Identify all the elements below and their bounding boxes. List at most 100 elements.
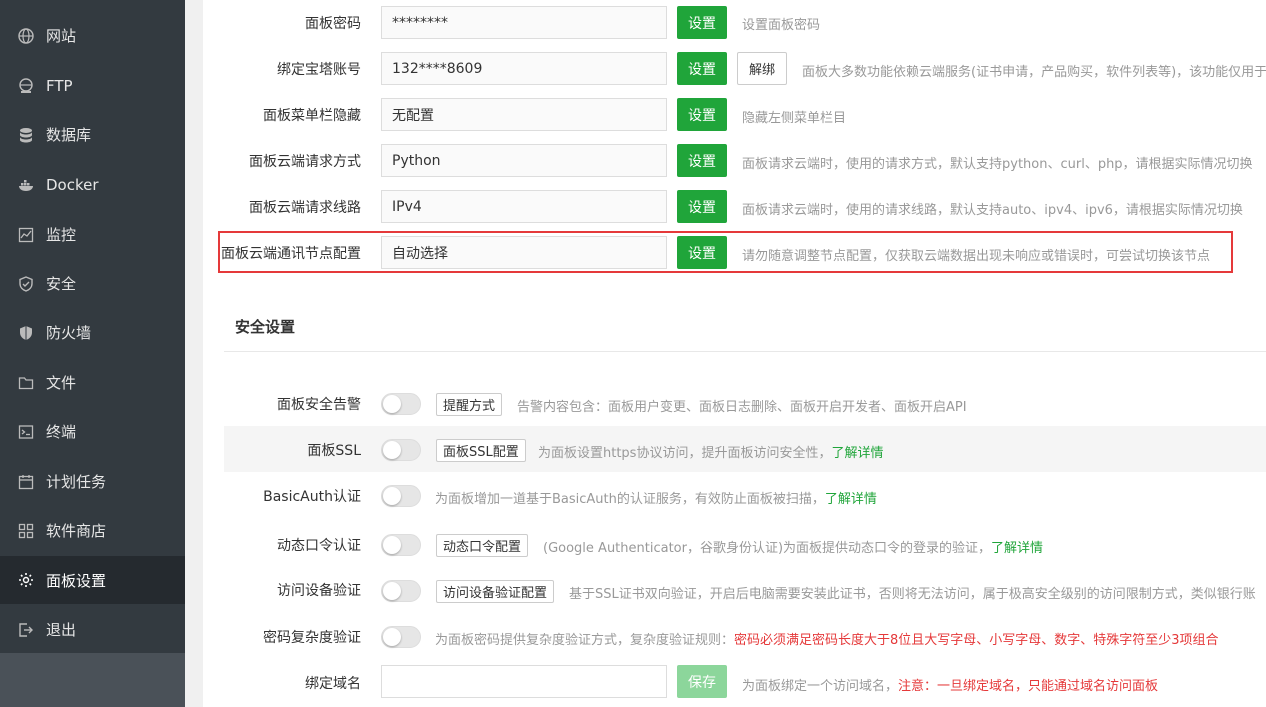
row-label: 面板菜单栏隐藏 [263,108,361,124]
sidebar-item-label: 面板设置 [46,571,107,590]
row-label: 动态口令认证 [277,538,361,554]
sidebar-item-label: 监控 [46,226,77,245]
sidebar-item-label: 退出 [46,621,77,640]
rule-text: 密码必须满足密码长度大于8位且大写字母、小写字母、数字、特殊字符至少3项组合 [734,633,1219,648]
row-desc: 为面板绑定一个访问域名，注意：一旦绑定域名，只能通过域名访问面板 [742,679,1159,694]
set-request-line-button[interactable]: 设置 [677,190,727,223]
row-desc: 为面板密码提供复杂度验证方式，复杂度验证规则：密码必须满足密码长度大于8位且大写… [435,633,1219,648]
row-label: 面板云端通讯节点配置 [221,246,361,262]
set-account-button[interactable]: 设置 [677,52,727,85]
sidebar-item-docker[interactable]: Docker [0,160,185,210]
row-desc: 请勿随意调整节点配置，仅获取云端数据出现未响应或错误时，可尝试切换该节点 [742,249,1211,264]
row-label: 密码复杂度验证 [263,630,361,646]
otp-config-button[interactable]: 动态口令配置 [436,534,529,557]
folder-icon [17,374,35,392]
ssl-config-button[interactable]: 面板SSL配置 [436,439,526,462]
basicauth-toggle[interactable] [381,485,421,507]
bind-domain-input[interactable] [381,665,667,698]
calendar-icon [17,473,35,491]
device-verify-toggle[interactable] [381,580,421,602]
learn-more-link[interactable]: 了解详情 [991,541,1043,556]
sidebar-item-label: FTP [46,76,73,95]
docker-icon [17,176,35,194]
sidebar-item-label: 计划任务 [46,473,107,492]
request-line-input[interactable]: IPv4 [381,190,667,223]
divider [224,351,1266,352]
set-request-method-button[interactable]: 设置 [677,144,727,177]
sidebar-item-label: 数据库 [46,126,92,145]
firewall-shield-icon [17,324,35,342]
logout-icon [17,621,35,639]
sidebar-item-label: 安全 [46,275,77,294]
row-label: 面板密码 [305,16,361,32]
row-label: 面板SSL [307,443,361,459]
row-desc: (Google Authenticator，谷歌身份认证)为面板提供动态口令的登… [543,541,1044,556]
otp-toggle[interactable] [381,534,421,556]
row-desc: 告警内容包含：面板用户变更、面板日志删除、面板开启开发者、面板开启API [517,400,967,415]
sidebar-item-label: 网站 [46,27,77,46]
row-desc: 面板大多数功能依赖云端服务(证书申请，产品购买，软件列表等)，该功能仅用于 [802,65,1266,80]
row-label: 绑定宝塔账号 [277,62,361,78]
sidebar-item-label: Docker [46,175,99,194]
row-label: 面板安全告警 [277,397,361,413]
row-label: 面板云端请求方式 [249,154,361,170]
sidebar-item-logout[interactable]: 退出 [0,605,185,655]
row-desc: 为面板设置https协议访问，提升面板访问安全性，了解详情 [538,446,884,461]
node-config-input[interactable]: 自动选择 [381,236,667,269]
security-alert-toggle[interactable] [381,393,421,415]
section-title: 安全设置 [235,318,296,336]
menu-hide-input[interactable]: 无配置 [381,98,667,131]
ssl-toggle[interactable] [381,439,421,461]
shield-icon [17,275,35,293]
sidebar-item-cron[interactable]: 计划任务 [0,457,185,507]
learn-more-link[interactable]: 了解详情 [831,446,883,461]
warning-text: 注意：一旦绑定域名，只能通过域名访问面板 [898,679,1159,694]
sidebar-item-label: 防火墙 [46,324,92,343]
alert-method-button[interactable]: 提醒方式 [436,393,503,416]
sidebar-item-label: 文件 [46,374,77,393]
sidebar-item-panel-settings[interactable]: 面板设置 [0,556,185,604]
panel-password-input[interactable]: ******** [381,6,667,39]
learn-more-link[interactable]: 了解详情 [825,492,877,507]
request-method-input[interactable]: Python [381,144,667,177]
sidebar-item-ftp[interactable]: FTP [0,61,185,111]
save-domain-button[interactable]: 保存 [677,665,727,698]
sidebar-item-files[interactable]: 文件 [0,358,185,408]
settings-panel: 面板密码 ******** 设置 设置面板密码 绑定宝塔账号 132****86… [203,0,1266,707]
row-desc: 基于SSL证书双向验证，开启后电脑需要安装此证书，否则将无法访问，属于极高安全级… [569,587,1256,602]
sidebar-item-monitor[interactable]: 监控 [0,210,185,260]
sidebar-item-security[interactable]: 安全 [0,259,185,309]
row-desc: 面板请求云端时，使用的请求线路，默认支持auto、ipv4、ipv6，请根据实际… [742,203,1243,218]
row-desc: 设置面板密码 [742,18,821,33]
sidebar: 网站 FTP 数据库 Docker 监控 安全 防火墙 文件 终端 计划任务 软… [0,0,185,707]
grid-icon [17,522,35,540]
ftp-globe-icon [17,77,35,95]
sidebar-item-label: 终端 [46,423,77,442]
database-icon [17,126,35,144]
gear-icon [17,571,35,589]
set-menu-hide-button[interactable]: 设置 [677,98,727,131]
sidebar-item-terminal[interactable]: 终端 [0,407,185,457]
sidebar-item-database[interactable]: 数据库 [0,110,185,160]
row-desc: 面板请求云端时，使用的请求方式，默认支持python、curl、php，请根据实… [742,157,1253,172]
sidebar-item-label: 软件商店 [46,522,107,541]
device-verify-config-button[interactable]: 访问设备验证配置 [436,580,555,603]
row-label: BasicAuth认证 [263,489,361,505]
sidebar-item-store[interactable]: 软件商店 [0,506,185,556]
row-desc: 隐藏左侧菜单栏目 [742,111,847,126]
sidebar-item-firewall[interactable]: 防火墙 [0,308,185,358]
set-node-config-button[interactable]: 设置 [677,236,727,269]
sidebar-item-website[interactable]: 网站 [0,11,185,61]
row-desc: 为面板增加一道基于BasicAuth的认证服务，有效防止面板被扫描，了解详情 [435,492,877,507]
monitor-icon [17,226,35,244]
terminal-icon [17,423,35,441]
set-password-button[interactable]: 设置 [677,6,727,39]
globe-icon [17,27,35,45]
row-label: 绑定域名 [305,676,361,692]
row-label: 访问设备验证 [277,583,361,599]
row-label: 面板云端请求线路 [249,200,361,216]
password-complexity-toggle[interactable] [381,626,421,648]
unbind-account-button[interactable]: 解绑 [737,52,787,85]
bt-account-input[interactable]: 132****8609 [381,52,667,85]
sidebar-footer [0,653,185,707]
